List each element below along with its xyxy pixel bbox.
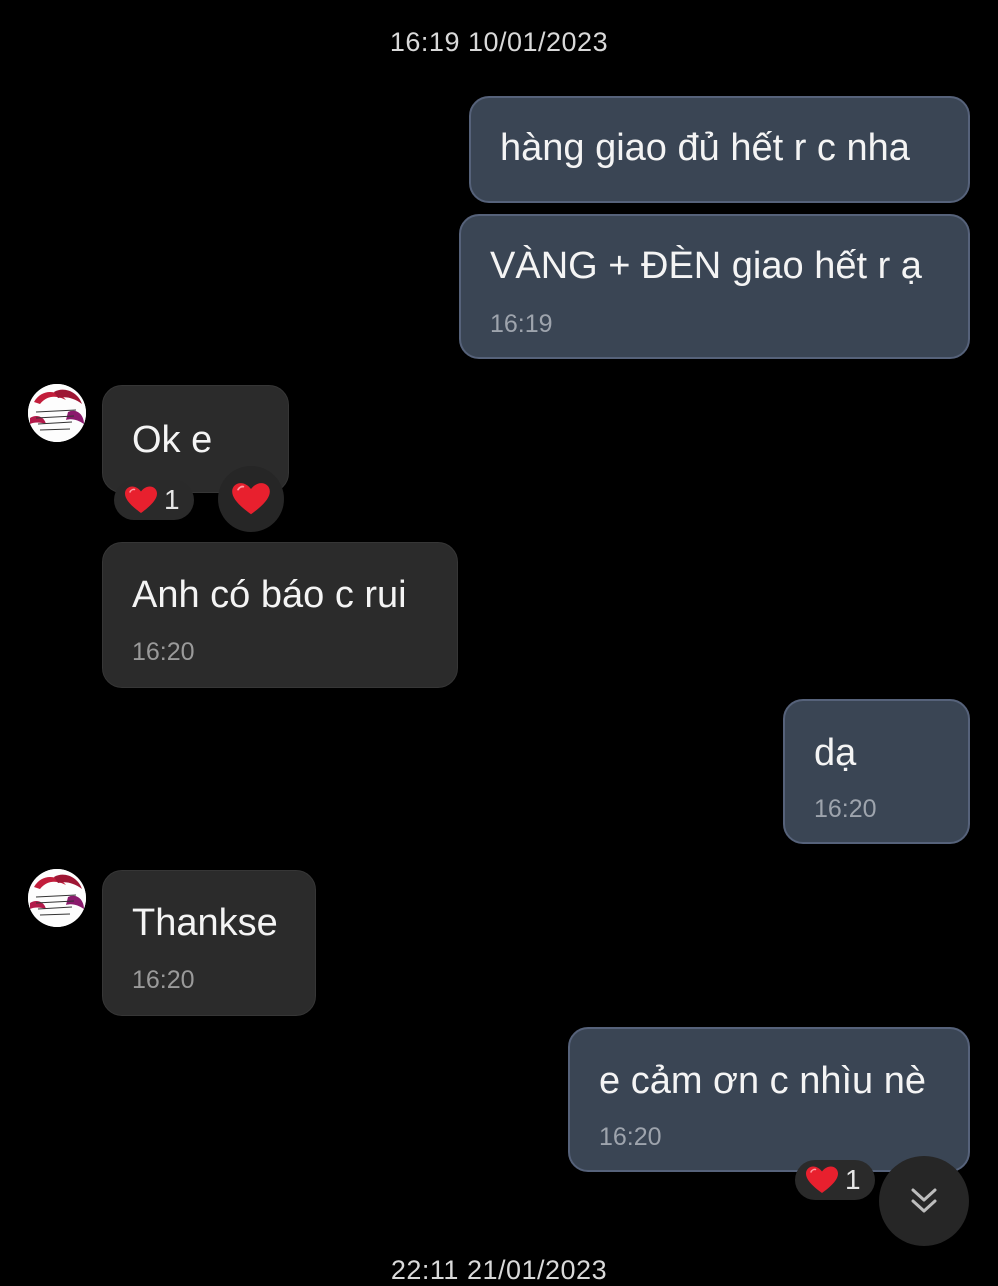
avatar-image (28, 384, 86, 442)
message-time: 16:19 (490, 310, 553, 338)
contact-avatar[interactable] (28, 384, 86, 442)
reaction-count: 1 (164, 484, 180, 515)
scroll-to-bottom-button[interactable] (879, 1156, 969, 1246)
message-text: dạ (814, 732, 857, 774)
heart-icon (125, 486, 157, 513)
reaction-badge[interactable]: 1 (795, 1160, 875, 1200)
add-reaction-button[interactable] (218, 466, 284, 532)
message-time: 16:20 (814, 795, 877, 823)
message-time: 16:20 (599, 1123, 662, 1151)
message-time: 16:20 (132, 966, 195, 994)
incoming-message-bubble[interactable]: Thankse 16:20 (102, 870, 316, 1016)
message-text: e cảm ơn c nhìu nè (599, 1060, 926, 1102)
outgoing-message-bubble[interactable]: VÀNG + ĐÈN giao hết r ạ 16:19 (459, 214, 970, 359)
message-text: Anh có báo c rui (132, 574, 407, 616)
message-time: 16:20 (132, 638, 195, 666)
heart-icon (232, 483, 270, 515)
message-text: Ok e (132, 419, 213, 461)
incoming-message-bubble[interactable]: Anh có báo c rui 16:20 (102, 542, 458, 688)
chevron-double-down-icon (911, 1188, 937, 1213)
message-text: VÀNG + ĐÈN giao hết r ạ (490, 245, 922, 287)
heart-icon (806, 1166, 838, 1193)
reaction-count: 1 (845, 1164, 861, 1195)
date-separator: 16:19 10/01/2023 (389, 27, 609, 57)
date-separator: 22:11 21/01/2023 (390, 1255, 608, 1285)
outgoing-message-bubble[interactable]: hàng giao đủ hết r c nha (469, 96, 970, 203)
outgoing-message-bubble[interactable]: e cảm ơn c nhìu nè 16:20 (568, 1027, 970, 1172)
message-text: hàng giao đủ hết r c nha (500, 127, 910, 169)
avatar-image (28, 869, 86, 927)
contact-avatar[interactable] (28, 869, 86, 927)
outgoing-message-bubble[interactable]: dạ 16:20 (783, 699, 970, 844)
reaction-badge[interactable]: 1 (114, 480, 194, 520)
message-text: Thankse (132, 902, 278, 944)
